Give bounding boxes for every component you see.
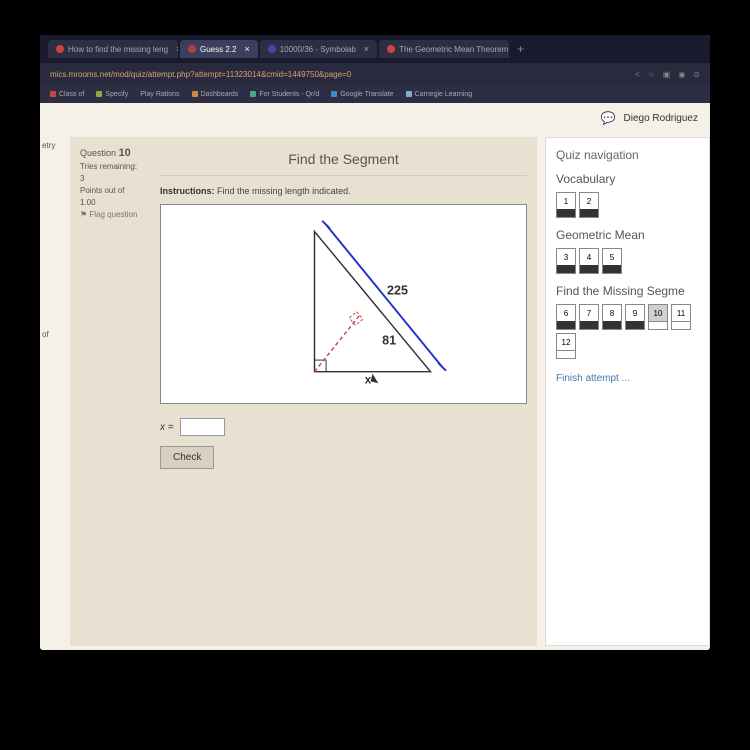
chat-icon[interactable]: 💬 [601,111,616,125]
ext-icon[interactable]: ◉ [678,70,685,79]
screen: How to find the missing leng × Guess 2.2… [40,35,710,650]
nav-question[interactable]: 3 [556,248,576,274]
main-layout: etry of Question 10 Tries remaining: 3 P… [40,133,710,650]
figure: 225 81 x [160,204,527,404]
nav-question-current[interactable]: 10 [648,304,668,330]
finish-attempt-link[interactable]: Finish attempt ... [556,373,699,384]
question-number: Question 10 [80,147,150,159]
nav-question[interactable]: 11 [671,304,691,330]
hypotenuse-label: 225 [387,283,408,297]
answer-input[interactable] [180,418,225,436]
close-icon[interactable]: × [176,44,178,54]
segment-label: 81 [382,334,396,348]
tries-label: Tries remaining: [80,162,150,171]
tab-label: 10000/36 - Symbolab [280,45,356,54]
nav-section-title: Geometric Mean [556,228,699,242]
left-sidebar: etry of [40,137,62,646]
nav-question[interactable]: 12 [556,333,576,359]
question-panel: Question 10 Tries remaining: 3 Points ou… [70,137,537,646]
nav-question[interactable]: 2 [579,192,599,218]
nav-question[interactable]: 5 [602,248,622,274]
question-title: Find the Segment [160,147,527,176]
answer-variable: x = [160,422,174,433]
nav-question[interactable]: 8 [602,304,622,330]
nav-boxes: 3 4 5 [556,248,699,274]
url-bar: mics.mrooms.net/mod/quiz/attempt.php?att… [40,63,710,85]
sidebar-text: of [42,330,60,339]
star-icon[interactable]: ☆ [648,70,655,79]
tab-favicon [387,45,395,53]
nav-boxes: 6 7 8 9 10 11 12 [556,304,699,359]
url-text[interactable]: mics.mrooms.net/mod/quiz/attempt.php?att… [50,70,351,79]
points-value: 1.00 [80,198,150,207]
browser-tabs: How to find the missing leng × Guess 2.2… [40,35,710,63]
tab-label: Guess 2.2 [200,45,236,54]
page-content: 💬 Diego Rodriguez etry of Question 10 Tr… [40,103,710,650]
bookmark[interactable]: Specify [96,91,128,98]
bookmark[interactable]: For Students - Qr/d [250,91,319,98]
sidebar-text: etry [42,141,60,150]
browser-tab[interactable]: How to find the missing leng × [48,40,178,58]
ext-icon[interactable]: ▣ [663,70,671,79]
tab-label: The Geometric Mean Theorem [399,45,508,54]
bookmark[interactable]: Google Translate [331,91,393,98]
bookmark-icon [250,91,256,97]
user-header: 💬 Diego Rodriguez [40,103,710,133]
nav-boxes: 1 2 [556,192,699,218]
nav-section-title: Vocabulary [556,172,699,186]
nav-question[interactable]: 4 [579,248,599,274]
bookmark[interactable]: Class of [50,91,84,98]
bookmark-icon [96,91,102,97]
bookmark[interactable]: Carnegie Learning [406,91,473,98]
flag-question[interactable]: ⚑ Flag question [80,210,150,219]
laptop-frame: How to find the missing leng × Guess 2.2… [0,0,750,750]
browser-tab[interactable]: The Geometric Mean Theorem × [379,40,509,58]
points-label: Points out of [80,186,150,195]
check-button[interactable]: Check [160,446,214,469]
question-content: Find the Segment Instructions: Find the … [160,147,527,636]
tab-favicon [268,45,276,53]
browser-tab[interactable]: 10000/36 - Symbolab × [260,40,377,58]
unknown-label: x [365,373,372,386]
tab-favicon [188,45,196,53]
share-icon[interactable]: < [635,70,640,79]
triangle-diagram: 225 81 x [173,217,514,391]
bookmarks-bar: Class of Specify Play Rations Dashboards… [40,85,710,103]
browser-tab[interactable]: Guess 2.2 × [180,40,258,58]
instructions: Instructions: Find the missing length in… [160,186,527,196]
bookmark-icon [50,91,56,97]
tab-label: How to find the missing leng [68,45,168,54]
bookmark-icon [331,91,337,97]
nav-question[interactable]: 1 [556,192,576,218]
close-icon[interactable]: × [244,44,249,54]
tries-value: 3 [80,174,150,183]
new-tab-button[interactable]: + [511,42,530,56]
ext-icon[interactable]: ⊙ [693,70,700,79]
tab-favicon [56,45,64,53]
answer-row: x = [160,418,527,436]
url-actions: < ☆ ▣ ◉ ⊙ [635,70,700,79]
quiz-navigation: Quiz navigation Vocabulary 1 2 Geometric… [545,137,710,646]
nav-title: Quiz navigation [556,148,699,162]
bookmark[interactable]: Play Rations [140,91,179,98]
question-meta: Question 10 Tries remaining: 3 Points ou… [80,147,150,636]
nav-question[interactable]: 7 [579,304,599,330]
bookmark-icon [192,91,198,97]
nav-question[interactable]: 9 [625,304,645,330]
user-name[interactable]: Diego Rodriguez [624,113,699,124]
bookmark-icon [406,91,412,97]
bookmark[interactable]: Dashboards [192,91,239,98]
nav-question[interactable]: 6 [556,304,576,330]
nav-section-title: Find the Missing Segme [556,284,699,298]
close-icon[interactable]: × [364,44,369,54]
